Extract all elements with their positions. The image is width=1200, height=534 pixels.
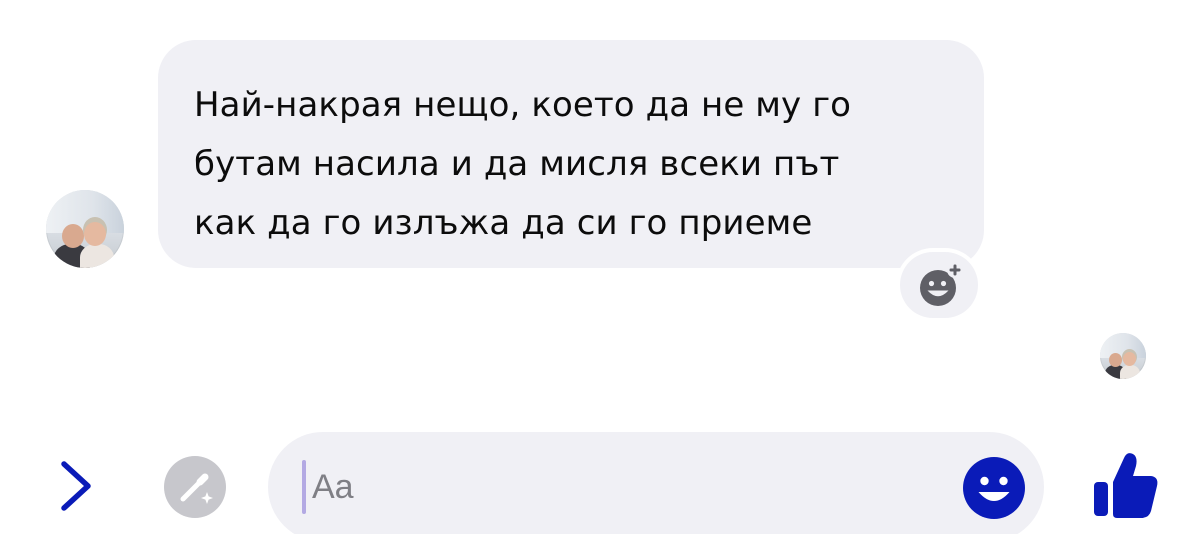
text-cursor [302, 460, 306, 514]
read-receipt-avatar [1100, 333, 1146, 379]
message-line: бутам насила и да мисля всеки път [194, 144, 840, 184]
chat-screen: Най-накрая нещо, което да не му го бутам… [0, 0, 1200, 534]
message-line: как да го излъжа да си го приеме [194, 203, 813, 243]
message-input[interactable] [312, 462, 912, 512]
magic-edit-button[interactable] [164, 456, 226, 518]
like-button[interactable] [1090, 448, 1162, 522]
message-composer[interactable] [268, 432, 1044, 534]
magic-wand-icon [180, 473, 213, 504]
add-reaction-button[interactable] [900, 252, 978, 318]
chevron-right-icon [61, 461, 91, 511]
thumbs-up-icon [1094, 453, 1158, 518]
message-line: Най-накрая нещо, което да не му го [194, 85, 852, 125]
sender-avatar[interactable] [46, 190, 124, 268]
received-message-bubble[interactable]: Най-накрая нещо, което да не му го бутам… [158, 40, 984, 268]
smiley-icon [963, 457, 1025, 519]
emoji-add-icon [920, 262, 963, 306]
expand-actions-button[interactable] [52, 456, 100, 516]
emoji-button[interactable] [962, 456, 1026, 520]
